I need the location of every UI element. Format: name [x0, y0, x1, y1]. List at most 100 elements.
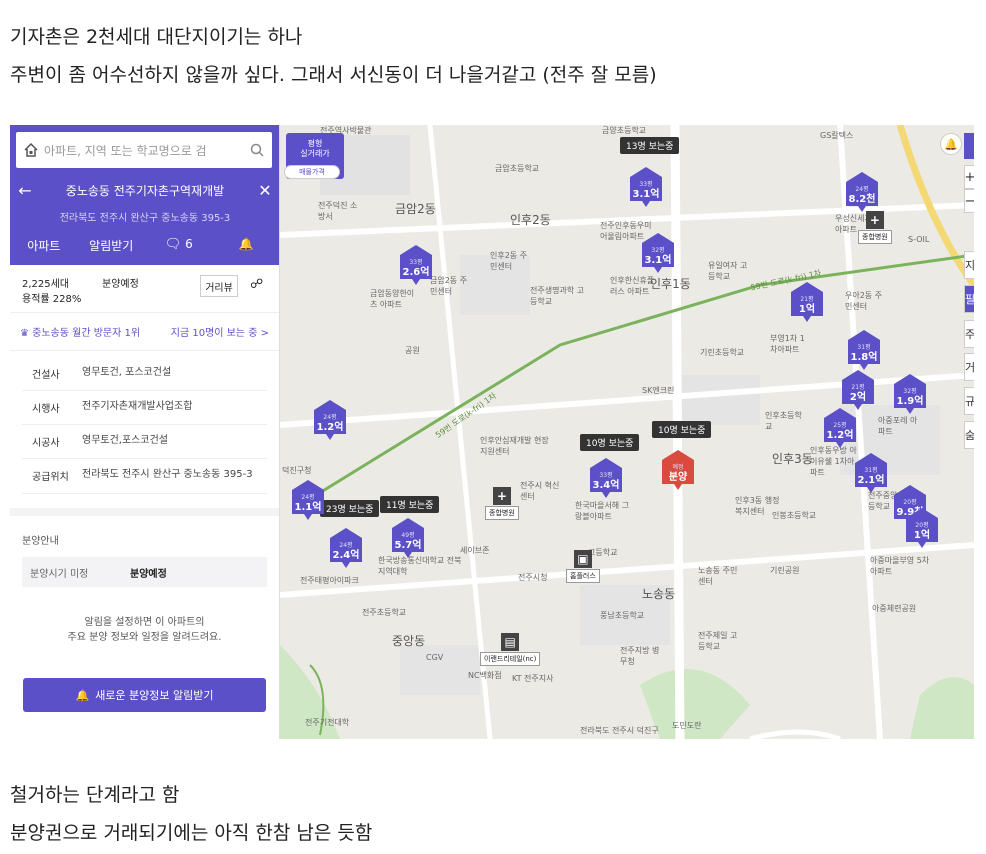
poi-label: 전주태평아이파크	[300, 576, 359, 585]
divider	[10, 508, 279, 516]
price-pin[interactable]: 21평 1억	[791, 282, 823, 322]
pin-price: 8.2천	[848, 194, 876, 205]
shopping-marker[interactable]: ▤ 이랜드리테일(nc)	[480, 633, 541, 666]
bottom-note: 전라북도 전주시 덕진구	[580, 726, 659, 735]
facility-label: 홈플러스	[566, 569, 600, 583]
poi-label: 전주시청	[518, 573, 548, 582]
info-value: 영무토건,포스코건설	[82, 435, 168, 446]
price-pin[interactable]: 31평 1.8억	[848, 330, 880, 370]
post-text-line-1: 기자촌은 2천세대 대단지이기는 하나	[10, 26, 303, 48]
price-filter[interactable]: 매물가격	[284, 165, 340, 179]
floor-ratio: 용적률 228%	[22, 294, 82, 305]
map-screenshot: 아파트, 지역 또는 학교명으로 검 ← 중노송동 전주기자촌구역재개발 ✕ 전…	[10, 125, 974, 739]
poi-label: 덕진구청	[282, 466, 312, 475]
price-pin[interactable]: 32평 1.9억	[894, 374, 926, 414]
distance-view-button[interactable]: 거리뷰	[200, 275, 238, 297]
poi-label: 아중포레 아파트	[878, 416, 918, 436]
price-pin[interactable]: 24평 2.4억	[330, 528, 362, 568]
post-text-line-2: 주변이 좀 어수선하지 않을까 싶다. 그래서 서신동이 더 나을거같고 (전주…	[10, 64, 657, 86]
viewer-bubble: 23명 보는중	[320, 500, 380, 517]
panel-tabs: 아파트 알림받기 🗨 6 🔔	[10, 237, 280, 254]
price-pin[interactable]: 32평 3.1억	[642, 233, 674, 273]
district-label: 중앙동	[392, 634, 426, 648]
tab-bell[interactable]: 🔔	[213, 237, 281, 254]
price-pin[interactable]: 20평 1억	[906, 508, 938, 548]
stats-row: 2,225세대 용적률 228% 분양예정 거리뷰 ☍	[10, 265, 279, 313]
poi-label: 아중체련공원	[872, 604, 917, 613]
poi-label: 기린초등학교	[700, 348, 745, 357]
share-icon[interactable]: ☍	[250, 277, 263, 292]
map-side-button[interactable]: 지	[964, 251, 974, 279]
complex-title: 중노송동 전주기자촌구역재개발	[65, 183, 225, 198]
price-pin[interactable]: 31평 2.1억	[855, 453, 887, 493]
subscribe-button[interactable]: 🔔 새로운 분양정보 알림받기	[23, 678, 266, 712]
facility-label: 종합병원	[858, 230, 892, 244]
price-pin[interactable]: 33평 3.4억	[590, 458, 622, 498]
tab-comments[interactable]: 🗨 6	[145, 237, 213, 254]
pin-price: 1.9억	[896, 396, 924, 407]
pin-price: 1억	[798, 304, 816, 315]
price-pin[interactable]: 24평 1.1억	[292, 480, 324, 520]
map-side-button[interactable]: 거	[964, 353, 974, 381]
pin-price: 3.1억	[644, 255, 672, 266]
map-side-button[interactable]: 규	[964, 387, 974, 415]
info-value: 전주기자촌재개발사업조합	[82, 401, 193, 412]
viewer-bubble: 10명 보는중	[580, 434, 640, 451]
close-icon[interactable]: ✕	[250, 181, 280, 200]
poi-label: CGV	[426, 653, 444, 662]
filter-top: 평형	[307, 139, 323, 148]
facility-label: 종합병원	[485, 506, 519, 520]
zoom-in-button[interactable]: +	[964, 165, 974, 189]
price-pin[interactable]: 24평 1.2억	[314, 400, 346, 440]
price-pin[interactable]: 33평 3.1억	[630, 167, 662, 207]
map-area[interactable]: 평형 실거래가 매물가격 금암2동 인후2동 인후1동 인후3동 노송동 중앙동…	[280, 125, 974, 739]
filter-bot: 매물가격	[299, 168, 325, 176]
price-pin[interactable]: 49평 5.7억	[392, 518, 424, 558]
poi-label: 한국방송통신대학교 전북지역대학	[378, 556, 462, 576]
notification-bell-icon[interactable]: 🔔	[940, 133, 962, 155]
price-pin[interactable]: 25평 1.2억	[824, 408, 856, 448]
price-pin[interactable]: 24평 8.2천	[846, 172, 878, 212]
filter-mid: 실거래가	[300, 149, 330, 158]
zoom-out-button[interactable]: −	[964, 189, 974, 213]
search-input[interactable]: 아파트, 지역 또는 학교명으로 검	[44, 142, 250, 159]
map-side-button[interactable]: 필	[964, 285, 974, 313]
poi-label: 인후2동 주민센터	[490, 251, 528, 271]
map-side-button[interactable]: 주	[964, 320, 974, 348]
tab-apartment[interactable]: 아파트	[10, 237, 78, 254]
pin-price: 2억	[849, 392, 867, 403]
district-label: 노송동	[642, 587, 676, 601]
home-icon	[24, 143, 38, 157]
hospital-marker[interactable]: + 종합병원	[858, 211, 892, 244]
user-icon[interactable]	[964, 133, 974, 159]
price-pin[interactable]: 21평 2억	[842, 370, 874, 410]
pin-price: 3.1억	[632, 189, 660, 200]
poi-label: 우아2동 주민센터	[845, 291, 883, 311]
mart-marker[interactable]: ▣ 홈플러스	[566, 550, 600, 583]
price-pin[interactable]: 33평 2.6억	[400, 245, 432, 285]
info-key: 공급위치	[32, 472, 69, 483]
pin-price: 1.8억	[850, 352, 878, 363]
map-side-button[interactable]: 숨	[964, 421, 974, 449]
search-icon[interactable]	[250, 143, 264, 157]
post-text-line-4: 분양권으로 거래되기에는 아직 한참 남은 듯함	[10, 822, 373, 844]
poi-label: SK엔크린	[642, 386, 675, 395]
info-row: 시행사 전주기자촌재개발사업조합	[22, 391, 267, 425]
alert-note-line: 주요 분양 정보와 일정을 알려드려요.	[67, 632, 222, 643]
back-arrow-icon[interactable]: ←	[10, 181, 40, 200]
schedule-key: 분양시기 미정	[30, 568, 89, 580]
tab-alert[interactable]: 알림받기	[78, 237, 146, 254]
selected-complex-pin[interactable]: 예정 분양	[662, 450, 694, 490]
viewing-now[interactable]: 지금 10명이 보는 중 >	[171, 324, 269, 339]
hospital-marker[interactable]: + 종합병원	[485, 487, 519, 520]
info-key: 시행사	[32, 404, 60, 415]
post-text-line-3: 철거하는 단계라고 함	[10, 784, 180, 806]
district-label: 인후3동	[772, 452, 813, 466]
search-box[interactable]: 아파트, 지역 또는 학교명으로 검	[16, 132, 272, 168]
pin-price: 1.2억	[826, 430, 854, 441]
visit-banner[interactable]: ♛ 중노송동 월간 방문자 1위 지금 10명이 보는 중 >	[10, 313, 279, 351]
cross-icon: +	[492, 487, 511, 505]
schedule-row: 분양시기 미정 분양예정	[22, 557, 267, 587]
pin-price: 2.6억	[402, 267, 430, 278]
poi-label: GS칼텍스	[820, 131, 854, 140]
